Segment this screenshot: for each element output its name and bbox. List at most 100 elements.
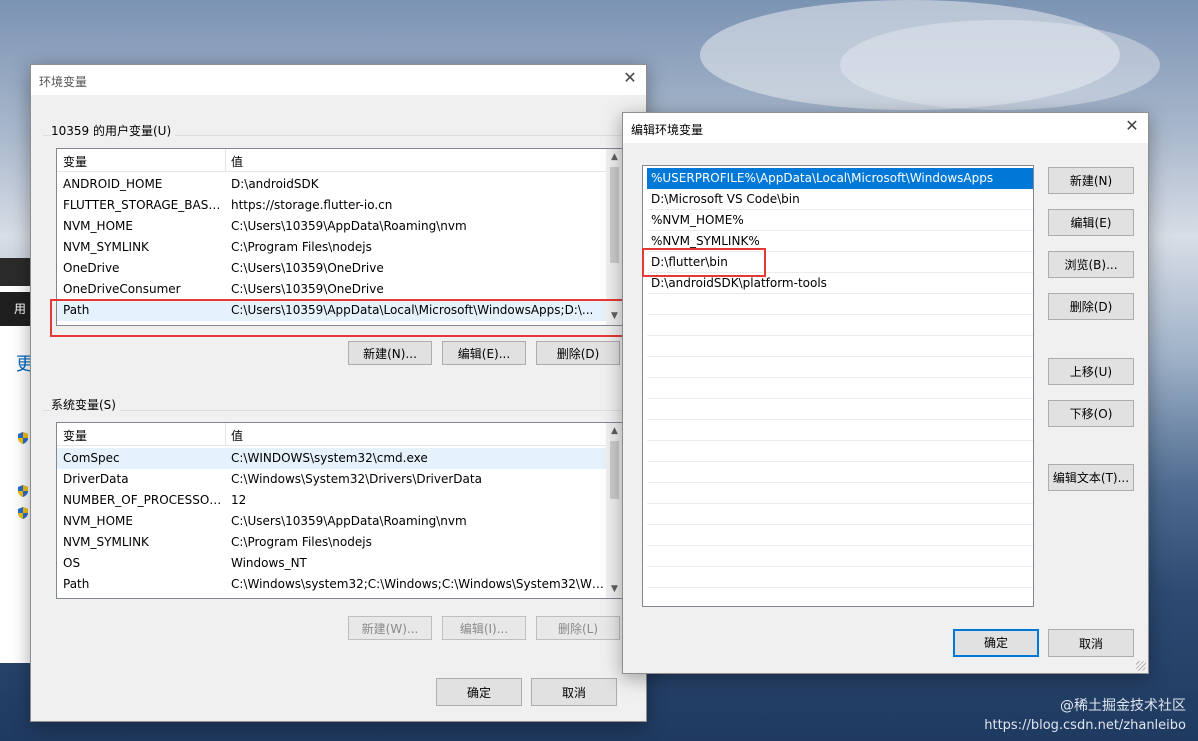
table-row[interactable]: OneDriveConsumer C:\Users\10359\OneDrive (57, 279, 606, 300)
edit-text-button[interactable]: 编辑文本(T)... (1048, 464, 1134, 491)
cancel-button[interactable]: 取消 (1048, 629, 1134, 657)
list-item[interactable]: D:\flutter\bin (647, 252, 1033, 273)
list-item-empty[interactable] (647, 567, 1033, 588)
table-row[interactable]: OneDrive C:\Users\10359\OneDrive (57, 258, 606, 279)
watermark: @稀土掘金技术社区 (1060, 698, 1186, 714)
system-vars-group-label: 系统变量(S) (51, 396, 120, 413)
path-entries-list[interactable]: %USERPROFILE%\AppData\Local\Microsoft\Wi… (642, 165, 1034, 607)
table-row-selected[interactable]: ComSpec C:\WINDOWS\system32\cmd.exe (57, 448, 606, 469)
column-divider[interactable] (225, 423, 226, 445)
user-vars-list[interactable]: 变量 值 ANDROID_HOME D:\androidSDK FLUTTER_S… (56, 148, 624, 326)
ok-button[interactable]: 确定 (953, 629, 1039, 657)
browse-button[interactable]: 浏览(B)... (1048, 251, 1134, 278)
table-row[interactable]: NVM_HOME C:\Users\10359\AppData\Roaming\n… (57, 216, 606, 237)
system-vars-list[interactable]: 变量 值 ComSpec C:\WINDOWS\system32\cmd.exe … (56, 422, 624, 599)
list-item-empty[interactable] (647, 441, 1033, 462)
column-header-value[interactable]: 值 (231, 427, 243, 444)
column-header-variable[interactable]: 变量 (63, 427, 87, 444)
background-tab: 用户 (0, 292, 30, 350)
scroll-thumb[interactable] (610, 167, 619, 263)
user-delete-button[interactable]: 删除(D) (536, 341, 620, 365)
variable-name: FLUTTER_STORAGE_BASE_... (63, 198, 223, 212)
list-item-empty[interactable] (647, 504, 1033, 525)
list-item-empty[interactable] (647, 462, 1033, 483)
system-new-button[interactable]: 新建(W)... (348, 616, 432, 640)
variable-value: C:\Program Files\nodejs (231, 240, 372, 254)
window-title: 编辑环境变量 (631, 123, 704, 137)
close-icon[interactable]: ✕ (622, 70, 638, 86)
list-item[interactable]: D:\Microsoft VS Code\bin (647, 189, 1033, 210)
variable-name: NUMBER_OF_PROCESSORS (63, 493, 223, 507)
shield-icon (18, 507, 28, 519)
ok-button[interactable]: 确定 (436, 678, 522, 706)
variable-name: OneDriveConsumer (63, 282, 181, 296)
table-row[interactable]: NVM_HOME C:\Users\10359\AppData\Roaming\n… (57, 511, 606, 532)
list-item-empty[interactable] (647, 294, 1033, 315)
close-icon[interactable]: ✕ (1124, 118, 1140, 134)
table-row-selected[interactable]: Path C:\Users\10359\AppData\Local\Microso… (57, 300, 606, 321)
cancel-button[interactable]: 取消 (531, 678, 617, 706)
variable-name: NVM_SYMLINK (63, 240, 149, 254)
scroll-up-arrow-icon[interactable]: ▲ (606, 149, 623, 166)
table-row[interactable]: Path C:\Windows\system32;C:\Windows;C:\Wi… (57, 574, 607, 595)
scroll-thumb[interactable] (610, 441, 619, 499)
variable-value: C:\Users\10359\OneDrive (231, 261, 384, 275)
system-delete-button[interactable]: 删除(L) (536, 616, 620, 640)
variable-name: NVM_SYMLINK (63, 535, 149, 549)
user-new-button[interactable]: 新建(N)... (348, 341, 432, 365)
move-up-button[interactable]: 上移(U) (1048, 358, 1134, 385)
list-item-empty[interactable] (647, 357, 1033, 378)
table-row[interactable]: FLUTTER_STORAGE_BASE_... https://storage.… (57, 195, 606, 216)
list-item-empty[interactable] (647, 315, 1033, 336)
delete-path-button[interactable]: 删除(D) (1048, 293, 1134, 320)
variable-name: ComSpec (63, 451, 120, 465)
scroll-down-arrow-icon[interactable]: ▼ (606, 581, 623, 598)
column-header-value[interactable]: 值 (231, 153, 243, 170)
window-title: 环境变量 (39, 75, 88, 89)
list-item-empty[interactable] (647, 399, 1033, 420)
table-row[interactable]: OS Windows_NT (57, 553, 606, 574)
column-header-variable[interactable]: 变量 (63, 153, 87, 170)
scroll-up-arrow-icon[interactable]: ▲ (606, 423, 623, 440)
list-item[interactable]: %NVM_SYMLINK% (647, 231, 1033, 252)
table-row[interactable]: NVM_SYMLINK C:\Program Files\nodejs (57, 532, 606, 553)
scroll-down-arrow-icon[interactable]: ▼ (606, 308, 623, 325)
list-item-empty[interactable] (647, 420, 1033, 441)
variable-value: C:\Users\10359\AppData\Roaming\nvm (231, 219, 467, 233)
list-item-selected[interactable]: %USERPROFILE%\AppData\Local\Microsoft\Wi… (647, 168, 1033, 189)
group-divider (43, 410, 633, 411)
variable-value: D:\androidSDK (231, 177, 319, 191)
titlebar: 环境变量 ✕ (31, 65, 646, 95)
list-item-empty[interactable] (647, 336, 1033, 357)
variable-name: Path (63, 577, 90, 591)
list-item-empty[interactable] (647, 483, 1033, 504)
list-item-empty[interactable] (647, 546, 1033, 567)
column-divider[interactable] (225, 149, 226, 171)
table-row[interactable]: NVM_SYMLINK C:\Program Files\nodejs (57, 237, 606, 258)
system-edit-button[interactable]: 编辑(I)... (442, 616, 526, 640)
background-taskbar (0, 258, 30, 286)
move-down-button[interactable]: 下移(O) (1048, 400, 1134, 427)
variable-value: C:\Users\10359\AppData\Local\Microsoft\W… (231, 303, 594, 317)
variable-value: C:\Windows\System32\Drivers\DriverData (231, 472, 482, 486)
resize-grip[interactable] (1136, 661, 1146, 671)
scrollbar[interactable]: ▲ ▼ (606, 423, 623, 598)
shield-icon (18, 485, 28, 497)
path-entry: %NVM_SYMLINK% (651, 234, 760, 248)
scrollbar[interactable]: ▲ ▼ (606, 149, 623, 325)
table-row[interactable]: NUMBER_OF_PROCESSORS 12 (57, 490, 606, 511)
table-row[interactable]: DriverData C:\Windows\System32\Drivers\Dr… (57, 469, 606, 490)
user-edit-button[interactable]: 编辑(E)... (442, 341, 526, 365)
variable-name: OneDrive (63, 261, 120, 275)
watermark: https://blog.csdn.net/zhanleibo (984, 718, 1186, 733)
edit-path-button[interactable]: 编辑(E) (1048, 209, 1134, 236)
list-item-empty[interactable] (647, 378, 1033, 399)
list-item[interactable]: D:\androidSDK\platform-tools (647, 273, 1033, 294)
list-item[interactable]: %NVM_HOME% (647, 210, 1033, 231)
new-path-button[interactable]: 新建(N) (1048, 167, 1134, 194)
path-entry: %NVM_HOME% (651, 213, 744, 227)
path-entry: D:\flutter\bin (651, 255, 728, 269)
table-row[interactable]: ANDROID_HOME D:\androidSDK (57, 174, 606, 195)
list-item-empty[interactable] (647, 525, 1033, 546)
variable-name: Path (63, 303, 90, 317)
